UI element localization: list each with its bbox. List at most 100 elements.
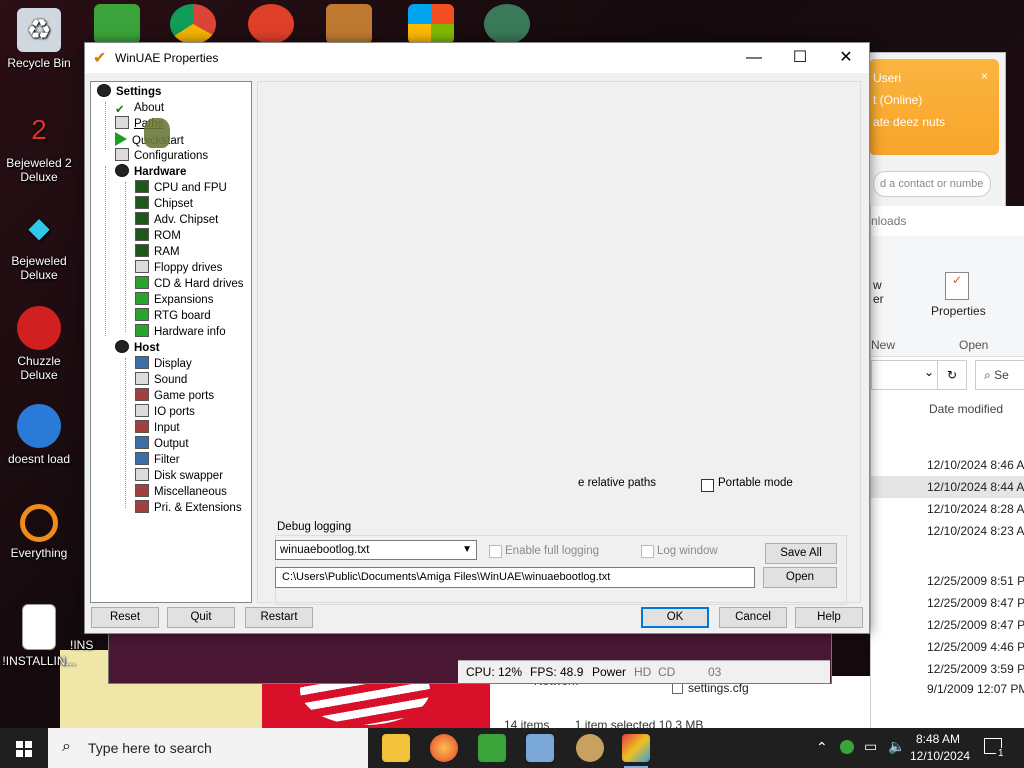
log-path-field[interactable]: C:\Users\Public\Documents\Amiga Files\Wi… [275,567,755,588]
desktop-icon-installing[interactable]: !INSTALLIN... [1,604,77,668]
tree-item-rom[interactable]: ROM [135,228,181,244]
table-row[interactable]: 9/1/2009 12:07 PM [927,682,1024,696]
cancel-button[interactable]: Cancel [719,607,787,628]
winuae-properties-dialog[interactable]: ✔ WinUAE Properties — ☐ ✕ Settings ✔ Abou… [84,42,870,634]
people-app-icon[interactable] [94,4,140,44]
winuae-check-icon: ✔ [93,50,107,67]
tree-item-pri-extensions[interactable]: Pri. & Extensions [135,500,242,516]
explorer-title: nloads [871,214,907,228]
clock-date[interactable]: 12/10/2024 [910,749,970,763]
tree-item-cpu[interactable]: CPU and FPU [135,180,227,196]
tree-item-rtg-board[interactable]: RTG board [135,308,211,324]
people-taskbar-icon[interactable] [478,734,506,762]
app-p-icon[interactable] [248,4,294,44]
table-row[interactable]: 12/10/2024 8:44 AM [927,480,1024,494]
dialog-titlebar[interactable]: ✔ WinUAE Properties — ☐ ✕ [85,43,869,73]
close-icon[interactable]: ✕ [823,43,869,73]
table-row[interactable]: 12/25/2009 4:46 PM [927,640,1024,654]
tree-item-sound[interactable]: Sound [135,372,187,388]
notification-count: 1 [996,748,1006,759]
explorer-search[interactable]: ⌕ Se [975,360,1024,390]
tree-item-output[interactable]: Output [135,436,189,452]
tree-item-game-ports[interactable]: Game ports [135,388,214,404]
desktop-icon-thunderbird[interactable]: doesnt load [1,404,77,466]
taskbar-search[interactable]: ⌕ Type here to search [48,728,368,768]
misc-icon [135,484,149,497]
windows-start-icon[interactable] [0,728,48,768]
tree-item-settings[interactable]: Settings [97,84,161,100]
ok-button[interactable]: OK [641,607,709,628]
chat-contact-search[interactable]: d a contact or numbe [873,171,991,197]
tree-label: Host [134,342,160,354]
volume-icon[interactable]: 🔈 [888,738,905,755]
column-header-date-modified[interactable]: Date modified [929,402,1003,416]
enable-full-logging-label: Enable full logging [505,545,599,557]
tree-item-ram[interactable]: RAM [135,244,180,260]
tree-item-disk-swapper[interactable]: Disk swapper [135,468,223,484]
table-row[interactable]: 12/25/2009 8:51 PM [927,574,1024,588]
desktop-icon-recycle-bin[interactable]: ♻ Recycle Bin [1,8,77,70]
recycle-bin-icon: ♻ [17,8,61,52]
address-bar[interactable]: ⌄ [871,360,939,390]
refresh-icon[interactable]: ↻ [937,360,967,390]
tree-item-host[interactable]: Host [115,340,160,356]
close-icon[interactable]: × [981,69,988,83]
table-row[interactable]: 12/25/2009 8:47 PM [927,596,1024,610]
portable-mode-checkbox[interactable] [701,479,714,492]
tree-item-expansions[interactable]: Expansions [135,292,213,308]
file-explorer-window[interactable]: nloads w er New Properties Open ✓ ⌄ ↻ ⌕ … [870,206,1024,728]
tree-item-floppy[interactable]: Floppy drives [135,260,222,276]
minimize-icon[interactable]: — [731,43,777,73]
game-character-icon[interactable] [484,4,530,44]
tree-item-about[interactable]: ✔ About [115,100,164,116]
table-row[interactable]: 12/25/2009 8:47 PM [927,618,1024,632]
tree-item-chipset[interactable]: Chipset [135,196,193,212]
network-icon[interactable]: ▭ [864,738,877,755]
settings-tree[interactable]: Settings ✔About Paths Quickstart Configu… [90,81,252,603]
chat-window[interactable]: Useri t (Online) ate deez nuts × d a con… [868,52,1006,208]
tree-item-io-ports[interactable]: IO ports [135,404,195,420]
firefox-taskbar-icon[interactable] [430,734,458,762]
help-button[interactable]: Help [795,607,863,628]
tree-item-miscellaneous[interactable]: Miscellaneous [135,484,227,500]
log-window-checkbox[interactable] [641,545,654,558]
table-row[interactable]: 12/25/2009 3:59 PM [927,662,1024,676]
clock-time[interactable]: 8:48 AM [916,732,960,746]
tree-item-cd-hard-drives[interactable]: CD & Hard drives [135,276,243,292]
log-file-select[interactable]: winuaebootlog.txt ▼ [275,540,477,560]
maximize-icon[interactable]: ☐ [777,43,823,73]
table-row[interactable]: 12/10/2024 8:23 AM [927,524,1024,538]
tree-item-hardware-info[interactable]: Hardware info [135,324,226,340]
chevron-up-icon[interactable]: ⌃ [816,739,828,756]
tree-item-filter[interactable]: Filter [135,452,180,468]
ribbon-properties-button[interactable]: Properties [931,304,986,318]
tree-item-adv-chipset[interactable]: Adv. Chipset [135,212,218,228]
winrar-icon[interactable] [326,4,372,44]
table-row[interactable]: 12/10/2024 8:46 AM [927,458,1024,472]
restart-button[interactable]: Restart [245,607,313,628]
quit-button[interactable]: Quit [167,607,235,628]
tree-item-input[interactable]: Input [135,420,180,436]
desktop-icon-bejeweled[interactable]: ◆ Bejeweled Deluxe [1,206,77,283]
tree-item-configurations[interactable]: Configurations [115,148,208,164]
file-explorer-taskbar-icon[interactable] [382,734,410,762]
tree-item-display[interactable]: Display [135,356,192,372]
tree-label: CD & Hard drives [154,278,244,290]
save-all-button[interactable]: Save All [765,543,837,564]
desktop-icon-installing-2[interactable]: !INS [70,638,110,652]
reset-button[interactable]: Reset [91,607,159,628]
game-taskbar-icon[interactable] [576,734,604,762]
windows-store-icon[interactable] [408,4,454,44]
enable-full-logging-checkbox[interactable] [489,545,502,558]
desktop-icon-bejeweled2[interactable]: 2 Bejeweled 2 Deluxe [1,108,77,185]
app-taskbar-icon[interactable] [526,734,554,762]
chrome-icon[interactable] [170,4,216,44]
open-button[interactable]: Open [763,567,837,588]
winuae-taskbar-icon[interactable] [622,734,650,768]
desktop-icon-everything[interactable]: Everything [1,504,77,560]
desktop-icon-chuzzle[interactable]: Chuzzle Deluxe [1,306,77,382]
table-row[interactable]: 12/10/2024 8:28 AM [927,502,1024,516]
people-tray-icon[interactable] [840,740,854,754]
tree-item-hardware[interactable]: Hardware [115,164,186,180]
host-disk-icon [115,340,129,353]
